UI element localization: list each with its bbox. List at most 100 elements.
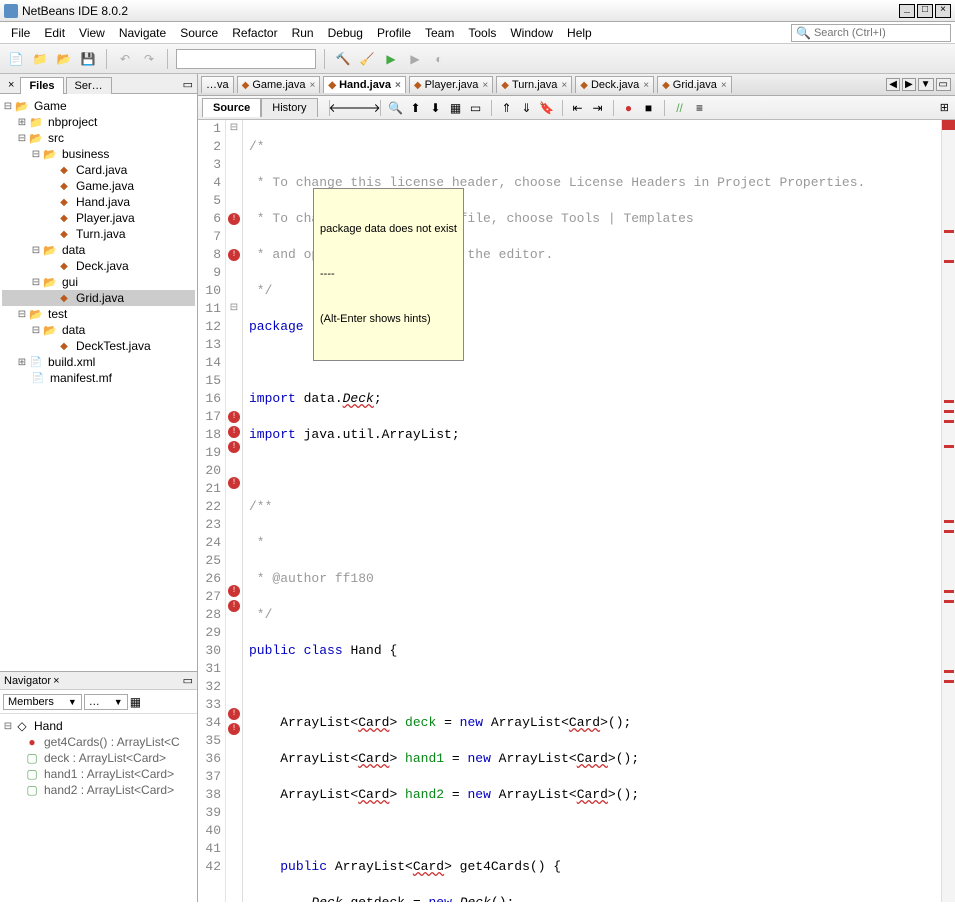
glyph-margin[interactable]: ⊟ ! ! ⊟ ! ! ! ! ! ! ! !	[226, 120, 242, 902]
macro-record-icon[interactable]: ●	[621, 100, 637, 116]
maximize-button[interactable]: □	[917, 4, 933, 18]
close-tab-icon[interactable]: ×	[721, 80, 727, 91]
toggle-highlight-icon[interactable]: ▦	[448, 100, 464, 116]
menu-help[interactable]: Help	[560, 26, 599, 40]
minimize-button[interactable]: _	[899, 4, 915, 18]
tree-data[interactable]: data	[60, 243, 87, 257]
tree-file[interactable]: Game.java	[74, 179, 136, 193]
save-all-icon[interactable]: 💾	[78, 49, 98, 69]
forward-icon[interactable]: 🡒	[357, 100, 373, 116]
open-project-icon[interactable]: 📂	[54, 49, 74, 69]
tree-nbproject[interactable]: nbproject	[46, 115, 99, 129]
menu-navigate[interactable]: Navigate	[112, 26, 173, 40]
tree-file[interactable]: Hand.java	[74, 195, 132, 209]
menu-source[interactable]: Source	[173, 26, 225, 40]
menu-run[interactable]: Run	[285, 26, 321, 40]
tree-business[interactable]: business	[60, 147, 111, 161]
config-combo[interactable]	[176, 49, 316, 69]
toggle-bookmark-icon[interactable]: 🔖	[539, 100, 555, 116]
tree-file[interactable]: Player.java	[74, 211, 137, 225]
editor-tab[interactable]: …va	[201, 76, 234, 93]
menu-view[interactable]: View	[72, 26, 112, 40]
menu-window[interactable]: Window	[503, 26, 560, 40]
tree-test[interactable]: test	[46, 307, 69, 321]
minimize-icon[interactable]: ▭	[183, 674, 193, 687]
run-icon[interactable]: ▶	[381, 49, 401, 69]
prev-bookmark-icon[interactable]: ⇑	[499, 100, 515, 116]
profile-icon[interactable]: ◐	[429, 49, 449, 69]
search-box[interactable]: 🔍	[791, 24, 951, 42]
error-icon[interactable]: !	[228, 600, 240, 612]
error-icon[interactable]: !	[228, 213, 240, 225]
filter-combo[interactable]: …▼	[84, 694, 128, 710]
redo-icon[interactable]: ↷	[139, 49, 159, 69]
panel-minimize-icon[interactable]: ▭	[179, 76, 197, 93]
comment-icon[interactable]: //	[672, 100, 688, 116]
macro-stop-icon[interactable]: ■	[641, 100, 657, 116]
menu-edit[interactable]: Edit	[37, 26, 72, 40]
scroll-left-icon[interactable]: ◀	[886, 78, 900, 91]
tree-file[interactable]: Grid.java	[74, 291, 126, 305]
new-project-icon[interactable]: 📁	[30, 49, 50, 69]
tree-root[interactable]: Game	[32, 99, 69, 113]
tab-files[interactable]: Files	[20, 77, 63, 94]
nav-member[interactable]: hand2 : ArrayList<Card>	[42, 783, 176, 797]
close-tab-icon[interactable]: ×	[310, 80, 316, 91]
editor-tab[interactable]: ◆Player.java×	[409, 76, 493, 93]
error-stripe[interactable]	[941, 120, 955, 902]
menu-debug[interactable]: Debug	[321, 26, 370, 40]
scroll-right-icon[interactable]: ▶	[902, 78, 916, 91]
menu-team[interactable]: Team	[418, 26, 461, 40]
find-selection-icon[interactable]: 🔍	[388, 100, 404, 116]
close-tab-icon[interactable]: ×	[643, 80, 649, 91]
nav-member[interactable]: get4Cards() : ArrayList<C	[42, 735, 182, 749]
dropdown-icon[interactable]: ▼	[918, 78, 934, 91]
close-button[interactable]: ×	[935, 4, 951, 18]
tree-manifest[interactable]: manifest.mf	[48, 371, 114, 385]
close-icon[interactable]: ×	[53, 675, 59, 687]
editor-tab[interactable]: ◆Game.java×	[237, 76, 321, 93]
tree-file[interactable]: Card.java	[74, 163, 129, 177]
menu-profile[interactable]: Profile	[370, 26, 418, 40]
undo-icon[interactable]: ↶	[115, 49, 135, 69]
tree-src[interactable]: src	[46, 131, 66, 145]
members-combo[interactable]: Members▼	[3, 694, 82, 710]
history-tab[interactable]: History	[261, 98, 317, 117]
close-tab-icon[interactable]: ×	[395, 80, 401, 91]
nav-member[interactable]: deck : ArrayList<Card>	[42, 751, 168, 765]
error-icon[interactable]: !	[228, 723, 240, 735]
view-icon[interactable]: ▦	[130, 695, 141, 709]
menu-file[interactable]: File	[4, 26, 37, 40]
editor-tab-active[interactable]: ◆Hand.java×	[323, 76, 406, 93]
panel-close-icon[interactable]: ×	[4, 77, 18, 93]
shift-left-icon[interactable]: ⇤	[570, 100, 586, 116]
next-bookmark-icon[interactable]: ⇓	[519, 100, 535, 116]
nav-member[interactable]: hand1 : ArrayList<Card>	[42, 767, 176, 781]
uncomment-icon[interactable]: ≡	[692, 100, 708, 116]
close-tab-icon[interactable]: ×	[561, 80, 567, 91]
editor-tab[interactable]: ◆Turn.java×	[496, 76, 572, 93]
error-icon[interactable]: !	[228, 708, 240, 720]
find-prev-icon[interactable]: ⬆	[408, 100, 424, 116]
tab-services[interactable]: Ser…	[66, 77, 112, 94]
error-icon[interactable]: !	[228, 477, 240, 489]
error-icon[interactable]: !	[228, 249, 240, 261]
error-icon[interactable]: !	[228, 411, 240, 423]
nav-class[interactable]: Hand	[32, 719, 65, 733]
error-icon[interactable]: !	[228, 441, 240, 453]
find-next-icon[interactable]: ⬇	[428, 100, 444, 116]
new-file-icon[interactable]: 📄	[6, 49, 26, 69]
editor-tab[interactable]: ◆Grid.java×	[657, 76, 732, 93]
close-tab-icon[interactable]: ×	[482, 80, 488, 91]
build-icon[interactable]: 🔨	[333, 49, 353, 69]
tree-test-data[interactable]: data	[60, 323, 87, 337]
clean-build-icon[interactable]: 🧹	[357, 49, 377, 69]
code-editor[interactable]: /* * To change this license header, choo…	[243, 120, 941, 902]
search-input[interactable]	[814, 27, 946, 39]
tree-gui[interactable]: gui	[60, 275, 80, 289]
toggle-rect-icon[interactable]: ▭	[468, 100, 484, 116]
menu-tools[interactable]: Tools	[461, 26, 503, 40]
maximize-icon[interactable]: ▭	[936, 78, 951, 91]
error-icon[interactable]: !	[228, 585, 240, 597]
debug-icon[interactable]: ▶	[405, 49, 425, 69]
